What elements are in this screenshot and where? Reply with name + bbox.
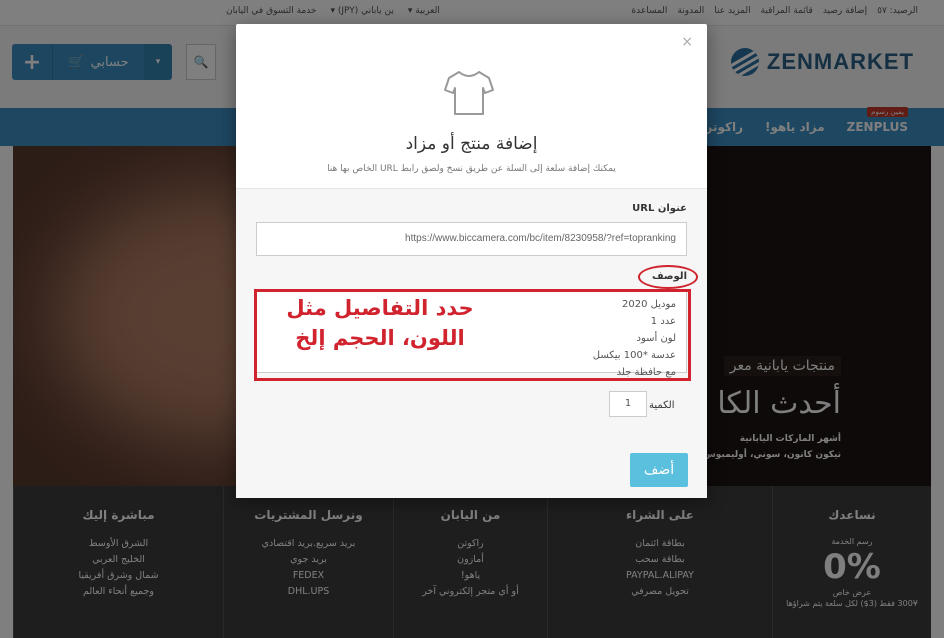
modal-subtitle: يمكنك إضافة سلعة إلى السلة عن طريق نسخ و… [327,164,616,174]
quantity-label: الكمية [649,400,675,411]
url-label: عنوان URL [632,203,687,214]
description-label-highlight [638,265,698,289]
add-button[interactable]: أضف [630,453,688,487]
annotation-text: حدد التفاصيل مثل اللون، الحجم إلخ [270,293,490,353]
close-icon[interactable]: × [681,34,693,50]
add-product-modal: × إضافة منتج أو مزاد يمكنك إضافة سلعة إل… [236,24,707,498]
modal-form: عنوان URL https://www.biccamera.com/bc/i… [236,188,707,498]
url-input[interactable]: https://www.biccamera.com/bc/item/823095… [256,222,687,256]
annotation-line: اللون، الحجم إلخ [295,326,465,350]
annotation-line: حدد التفاصيل مثل [286,296,474,320]
modal-title: إضافة منتج أو مزاد [405,134,538,154]
tshirt-icon [444,71,494,115]
quantity-input[interactable]: 1 [609,391,647,417]
